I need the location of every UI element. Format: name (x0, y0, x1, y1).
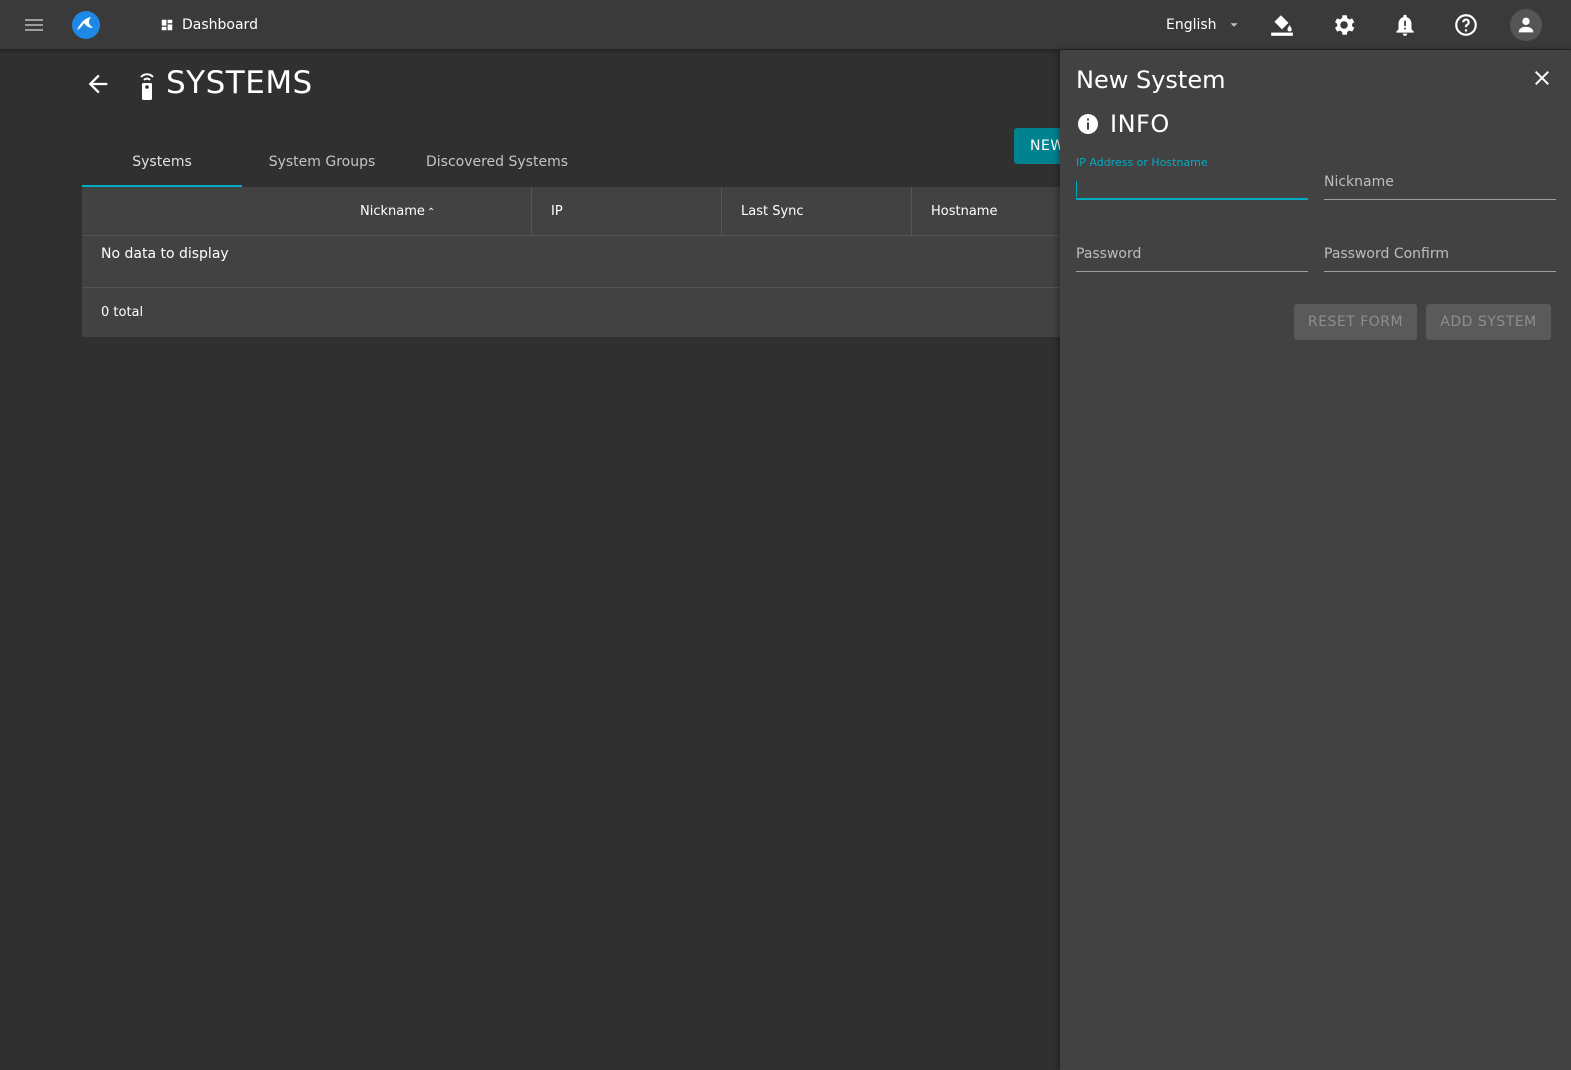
password-confirm-input[interactable] (1324, 246, 1556, 272)
tab-discovered-systems[interactable]: Discovered Systems (402, 142, 592, 187)
paint-bucket-icon[interactable] (1269, 12, 1295, 38)
tab-system-groups[interactable]: System Groups (242, 142, 402, 187)
total-count: 0 total (101, 305, 144, 320)
column-label: Nickname (360, 204, 425, 219)
remote-system-icon (140, 73, 154, 100)
gear-icon[interactable] (1331, 12, 1357, 38)
account-icon (1518, 17, 1534, 33)
password-field: Password (1076, 228, 1308, 272)
help-icon[interactable] (1453, 12, 1479, 38)
language-select[interactable]: English (1166, 14, 1241, 36)
password-input[interactable] (1076, 246, 1308, 272)
tab-systems[interactable]: Systems (82, 142, 242, 187)
add-system-button[interactable]: ADD SYSTEM (1426, 304, 1551, 340)
page-title: SYSTEMS (166, 65, 313, 101)
reset-form-button[interactable]: RESET FORM (1294, 304, 1417, 340)
text-cursor (1076, 181, 1077, 197)
dashboard-icon (161, 19, 173, 31)
new-system-panel: New System INFO IP Address or Hostname N… (1060, 50, 1571, 1070)
dashboard-label: Dashboard (182, 17, 258, 33)
column-header-hostname[interactable]: Hostname (931, 187, 997, 236)
bell-icon[interactable] (1392, 12, 1418, 38)
menu-icon[interactable] (22, 13, 46, 37)
table-footer: 0 total (82, 287, 1072, 337)
column-divider (911, 187, 912, 236)
systems-table: Nickname ⌃ IP Last Sync Hostname No data … (82, 187, 1072, 337)
section-label: INFO (1110, 110, 1170, 138)
info-icon (1078, 114, 1098, 134)
nickname-field: Nickname (1324, 156, 1556, 200)
app-logo[interactable] (71, 10, 101, 40)
chevron-down-icon (1230, 23, 1238, 27)
column-header-ip[interactable]: IP (551, 187, 563, 236)
column-header-nickname[interactable]: Nickname ⌃ (360, 187, 435, 236)
sort-ascending-icon: ⌃ (426, 207, 436, 218)
ip-hostname-label: IP Address or Hostname (1076, 156, 1208, 169)
empty-message: No data to display (101, 246, 229, 262)
nickname-input[interactable] (1324, 174, 1556, 200)
close-icon[interactable] (1530, 66, 1554, 90)
password-confirm-field: Password Confirm (1324, 228, 1556, 272)
dashboard-button[interactable]: Dashboard (160, 14, 258, 36)
ip-hostname-field: IP Address or Hostname (1076, 156, 1308, 200)
language-value: English (1166, 17, 1217, 33)
account-button[interactable] (1510, 9, 1542, 41)
top-app-bar: Dashboard English (0, 0, 1571, 50)
arrow-back-icon[interactable] (84, 70, 112, 98)
column-divider (531, 187, 532, 236)
column-header-last-sync[interactable]: Last Sync (741, 187, 804, 236)
panel-title: New System (1076, 66, 1226, 94)
table-header: Nickname ⌃ IP Last Sync Hostname (82, 187, 1072, 236)
column-divider (721, 187, 722, 236)
ip-hostname-input[interactable] (1076, 174, 1308, 200)
tab-bar: Systems System Groups Discovered Systems (82, 142, 592, 187)
info-section-header: INFO (1076, 108, 1170, 140)
